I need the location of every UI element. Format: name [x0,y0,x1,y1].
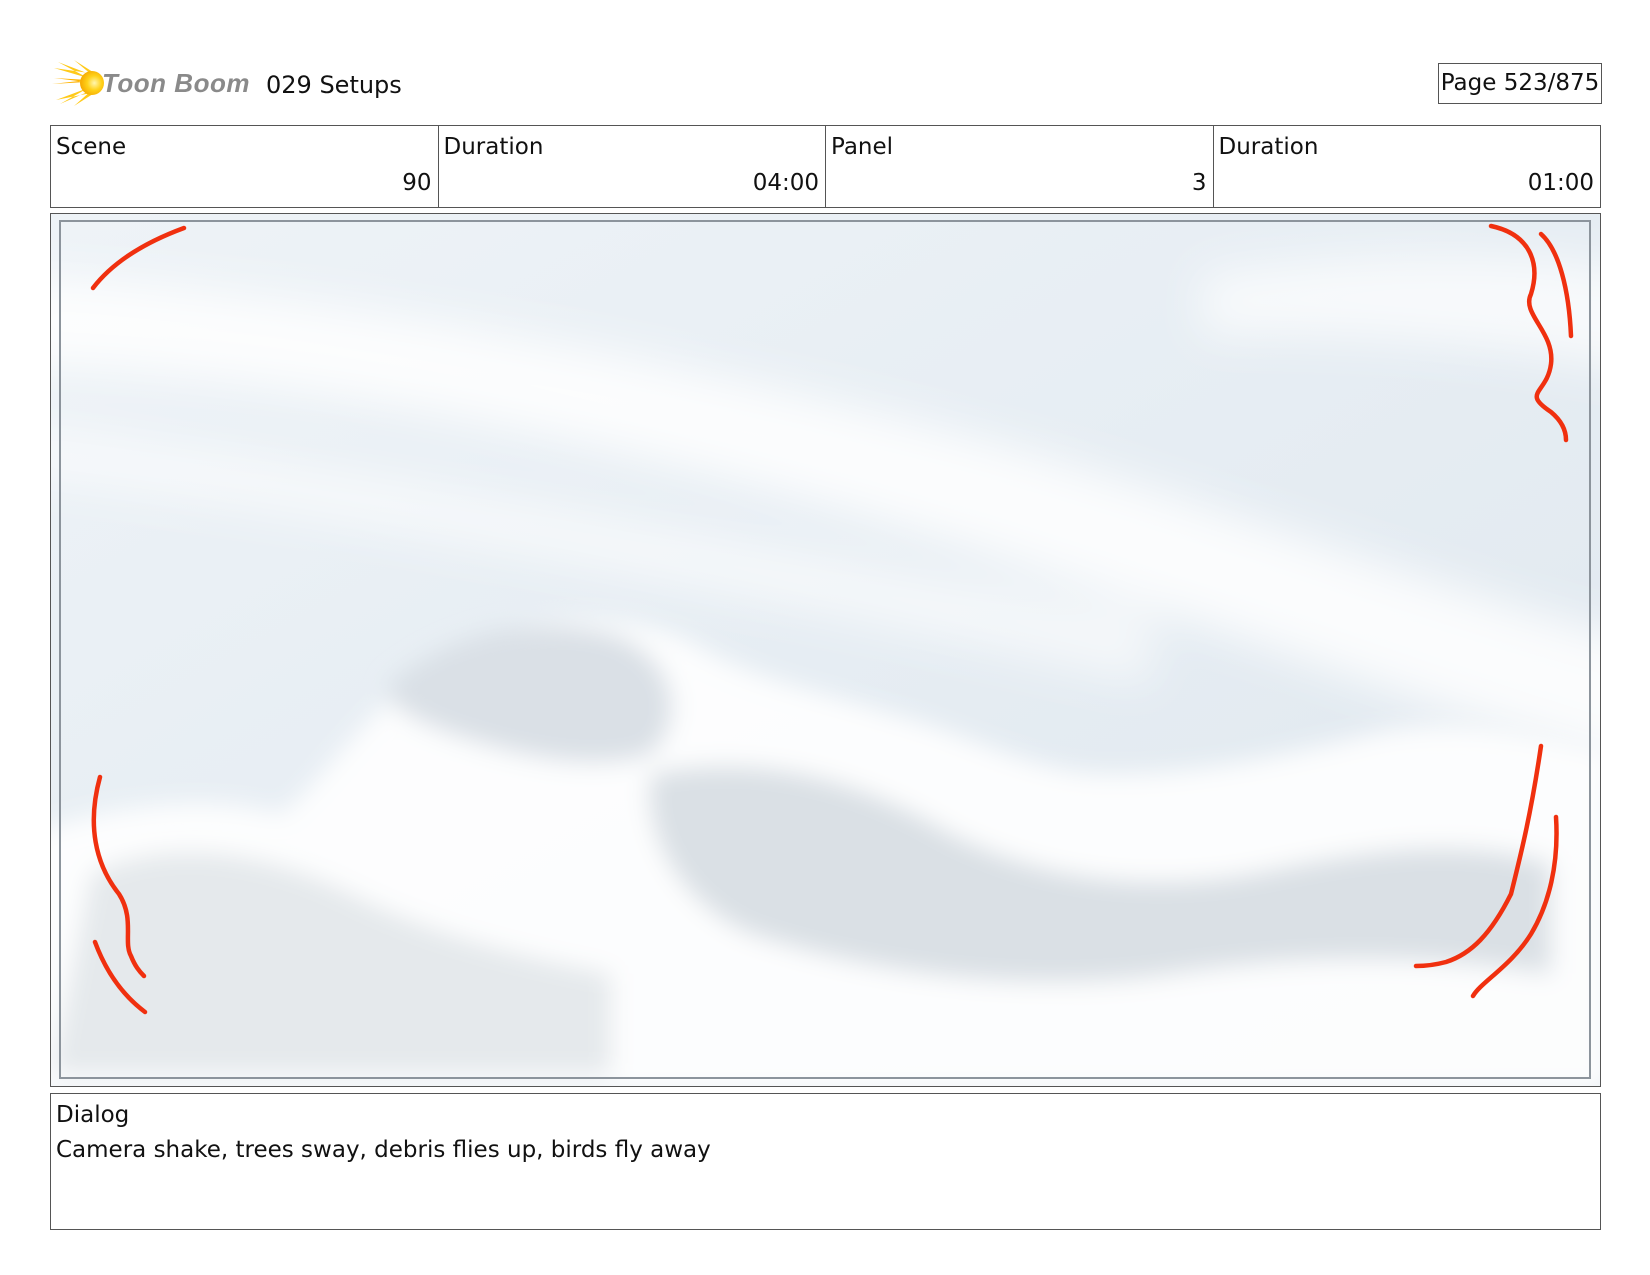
panel-label: Panel [831,134,894,160]
panel-duration-value: 01:00 [1527,170,1594,196]
dialog-label: Dialog [56,1102,130,1128]
dialog-box: Dialog Camera shake, trees sway, debris … [50,1093,1601,1230]
sun-burst-icon [52,60,104,106]
scene-duration-cell: Duration 04:00 [439,126,826,207]
info-table: Scene 90 Duration 04:00 Panel 3 Duration… [50,125,1601,208]
panel-duration-cell: Duration 01:00 [1214,126,1601,207]
toon-boom-logo: Toon Boom [52,58,250,108]
sky-clouds-illustration [51,214,1600,1086]
scene-duration-label: Duration [443,134,544,160]
logo-text: Toon Boom [102,67,250,98]
scene-value: 90 [402,170,432,196]
storyboard-panel-image [50,213,1601,1087]
project-title: 029 Setups [266,71,402,99]
scene-duration-value: 04:00 [752,170,819,196]
scene-label: Scene [56,134,127,160]
panel-duration-label: Duration [1218,134,1319,160]
panel-cell: Panel 3 [826,126,1214,207]
panel-value: 3 [1191,170,1207,196]
scene-cell: Scene 90 [51,126,439,207]
page-counter: Page 523/875 [1438,63,1602,104]
dialog-text: Camera shake, trees sway, debris flies u… [56,1137,711,1163]
